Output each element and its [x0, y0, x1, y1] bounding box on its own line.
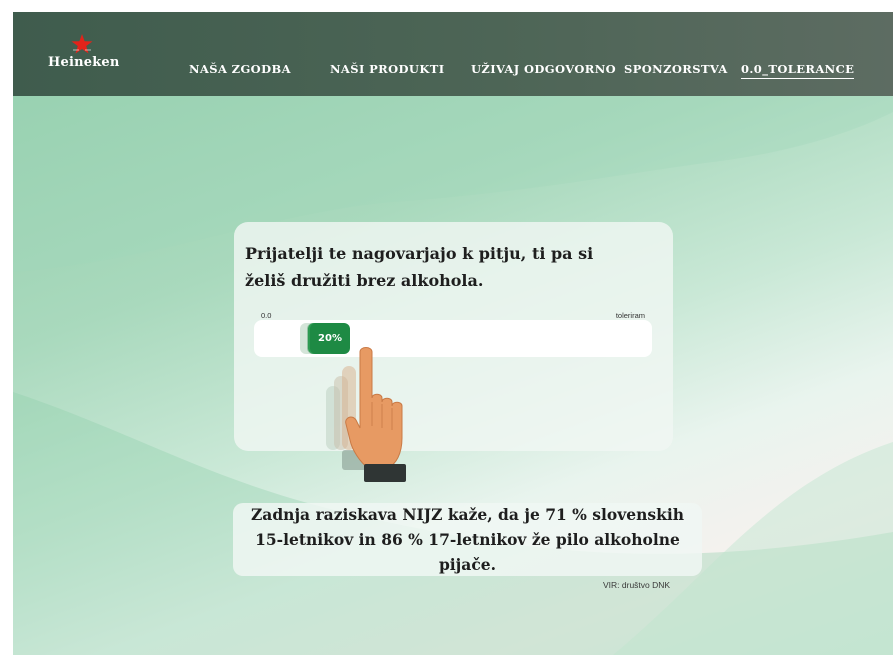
- pointing-hand-icon: [326, 347, 406, 482]
- nav-item-0-0-tolerance[interactable]: 0.0_TOLERANCE: [741, 62, 855, 79]
- red-star-icon: [71, 34, 93, 54]
- top-navbar: Heineken NAŠA ZGODBA NAŠI PRODUKTI UŽIVA…: [13, 12, 893, 96]
- nav-item-nasi-produkti[interactable]: NAŠI PRODUKTI: [330, 62, 444, 76]
- page-frame: Heineken NAŠA ZGODBA NAŠI PRODUKTI UŽIVA…: [13, 12, 893, 655]
- nav-item-sponzorstva[interactable]: SPONZORSTVA: [624, 62, 728, 76]
- heineken-logo[interactable]: Heineken: [48, 34, 120, 74]
- question-text: Prijatelji te nagovarjajo k pitju, ti pa…: [245, 244, 594, 290]
- statistic-card: Zadnja raziskava NIJZ kaže, da je 71 % s…: [233, 503, 702, 576]
- question-card: Prijatelji te nagovarjajo k pitju, ti pa…: [234, 222, 673, 482]
- scale-max-label: toleriram: [615, 311, 645, 320]
- source-note: VIR: društvo DNK: [603, 580, 671, 590]
- brand-wordmark: Heineken: [48, 55, 120, 70]
- scale-min-label: 0.0: [261, 311, 272, 320]
- nav-item-uzivaj-odgovorno[interactable]: UŽIVAJ ODGOVORNO: [471, 62, 616, 76]
- nav-item-nasa-zgodba[interactable]: NAŠA ZGODBA: [189, 62, 291, 76]
- statistic-text: Zadnja raziskava NIJZ kaže, da je 71 % s…: [250, 505, 685, 574]
